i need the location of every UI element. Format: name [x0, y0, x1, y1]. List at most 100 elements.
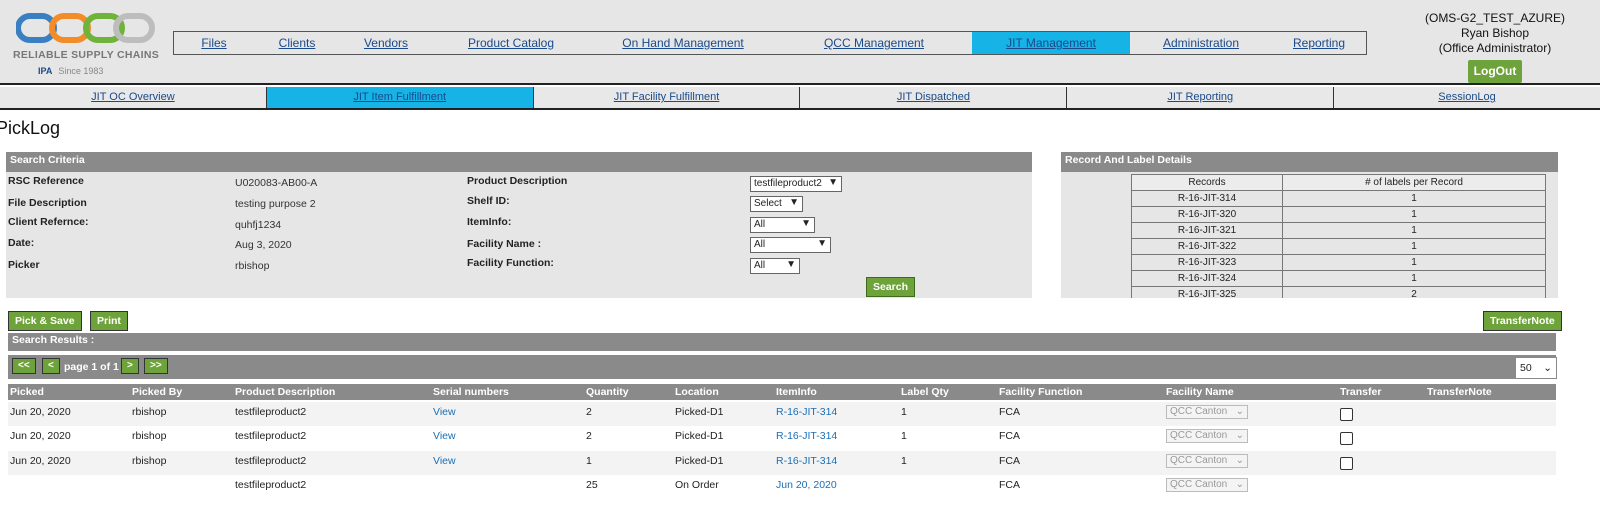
iteminfo-selected: All	[754, 219, 766, 230]
user-role: (Office Administrator)	[1438, 41, 1552, 55]
col-picked-by: Picked By	[132, 386, 183, 398]
col-serial-numbers: Serial numbers	[433, 386, 509, 398]
tab-jit-facility-fulfillment[interactable]: JIT Facility Fulfillment	[534, 87, 801, 108]
pick-save-button[interactable]: Pick & Save	[8, 311, 82, 331]
location-cell: Picked-D1	[675, 455, 724, 467]
results-column-header: Picked Picked By Product Description Ser…	[8, 384, 1556, 400]
file-description-label: File Description	[8, 197, 87, 209]
nav-item-files[interactable]: Files	[174, 32, 254, 54]
nav-item-label: On Hand Management	[622, 36, 744, 50]
facility-name-row-select[interactable]: QCC Canton ⌄	[1166, 429, 1248, 443]
tab-jit-item-fulfillment[interactable]: JIT Item Fulfillment	[266, 87, 534, 108]
nav-item-label: Clients	[278, 36, 316, 50]
facility-name-row-select[interactable]: QCC Canton ⌄	[1166, 478, 1248, 492]
nav-item-label: Administration	[1162, 36, 1240, 50]
picked-by-cell: rbishop	[132, 430, 167, 442]
rsc-reference-value: U020083-AB00-A	[235, 177, 318, 189]
label-count-cell: 1	[1282, 190, 1546, 207]
table-row: Jun 20, 2020 rbishop testfileproduct2 View 2…	[8, 402, 1556, 426]
page-size-select[interactable]: 50 ⌄	[1515, 357, 1557, 379]
location-cell: Picked-D1	[675, 430, 724, 442]
page-title: PickLog	[0, 118, 61, 138]
label-count-cell: 1	[1282, 206, 1546, 223]
print-button[interactable]: Print	[90, 311, 128, 331]
record-row: R-16-JIT-324 1	[1131, 270, 1546, 287]
nav-item-administration[interactable]: Administration	[1130, 32, 1272, 54]
nav-item-on-hand-management[interactable]: On Hand Management	[590, 32, 776, 54]
product-description-select[interactable]: testfileproduct2 ▼	[750, 176, 842, 192]
nav-item-qcc-management[interactable]: QCC Management	[776, 32, 972, 54]
tab-label: JIT Facility Fulfillment	[613, 91, 720, 103]
iteminfo-link[interactable]: R-16-JIT-314	[776, 406, 837, 418]
col-facility-function: Facility Function	[999, 386, 1083, 398]
record-id-cell: R-16-JIT-322	[1131, 238, 1283, 255]
iteminfo-label: ItemInfo:	[467, 216, 512, 228]
transfer-checkbox[interactable]	[1340, 457, 1353, 470]
nav-item-clients[interactable]: Clients	[254, 32, 340, 54]
nav-item-product-catalog[interactable]: Product Catalog	[432, 32, 590, 54]
next-page-button[interactable]: >	[121, 358, 139, 374]
facility-name-row-selected: QCC Canton	[1170, 479, 1228, 490]
tab-jit-oc-overview[interactable]: JIT OC Overview	[0, 87, 267, 108]
facility-function-select[interactable]: All ▼	[750, 258, 800, 274]
records-column-header: Records	[1131, 174, 1283, 191]
location-cell: Picked-D1	[675, 406, 724, 418]
tab-jit-dispatched[interactable]: JIT Dispatched	[800, 87, 1068, 108]
serial-view-link[interactable]: View	[433, 406, 456, 418]
chevron-down-icon: ⌄	[1543, 362, 1552, 374]
header-divider	[0, 83, 1600, 85]
client-reference-value: quhfj1234	[235, 219, 282, 231]
iteminfo-link[interactable]: R-16-JIT-314	[776, 430, 837, 442]
facility-name-select[interactable]: All ▼	[750, 237, 831, 253]
nav-item-reporting[interactable]: Reporting	[1272, 32, 1366, 54]
product-cell: testfileproduct2	[235, 455, 307, 467]
transfer-checkbox[interactable]	[1340, 408, 1353, 421]
facility-name-row-selected: QCC Canton	[1170, 406, 1228, 417]
iteminfo-link[interactable]: Jun 20, 2020	[776, 479, 837, 491]
nav-item-vendors[interactable]: Vendors	[340, 32, 432, 54]
label-count-cell: 1	[1282, 222, 1546, 239]
company-logo[interactable]: RELIABLE SUPPLY CHAINS IPA Since 1983	[6, 6, 166, 78]
page-indicator: page 1 of 1	[64, 361, 119, 373]
chain-rings-logo-icon	[16, 13, 155, 43]
label-qty-cell: 1	[901, 406, 907, 418]
tab-jit-reporting[interactable]: JIT Reporting	[1067, 87, 1335, 108]
search-criteria-header: Search Criteria	[6, 152, 1032, 172]
col-location: Location	[675, 386, 719, 398]
record-id-cell: R-16-JIT-325	[1131, 286, 1283, 298]
brand-name: RELIABLE SUPPLY CHAINS	[12, 49, 160, 61]
main-nav: Files Clients Vendors Product Catalog On Han…	[173, 31, 1367, 55]
record-id-cell: R-16-JIT-314	[1131, 190, 1283, 207]
tab-label: JIT Dispatched	[896, 91, 970, 103]
serial-view-link[interactable]: View	[433, 430, 456, 442]
transfer-checkbox[interactable]	[1340, 432, 1353, 445]
nav-item-label: Product Catalog	[467, 36, 555, 50]
search-button[interactable]: Search	[866, 277, 916, 297]
serial-view-link[interactable]: View	[433, 455, 456, 467]
facility-name-selected: All	[754, 239, 766, 250]
logout-button[interactable]: LogOut	[1467, 60, 1523, 83]
nav-item-label: Reporting	[1292, 36, 1346, 50]
last-page-button[interactable]: >>	[144, 358, 168, 374]
picked-cell: Jun 20, 2020	[10, 455, 71, 467]
facility-name-row-select[interactable]: QCC Canton ⌄	[1166, 405, 1248, 419]
first-page-button[interactable]: <<	[12, 358, 36, 374]
iteminfo-link[interactable]: R-16-JIT-314	[776, 455, 837, 467]
pager-bar: << < page 1 of 1 > >>	[8, 355, 1556, 379]
location-cell: On Order	[675, 479, 719, 491]
facility-name-row-select[interactable]: QCC Canton ⌄	[1166, 454, 1248, 468]
chevron-down-icon: ⌄	[1235, 455, 1244, 466]
shelf-id-select[interactable]: Select ▼	[750, 196, 803, 212]
label-count-cell: 2	[1282, 286, 1546, 298]
record-row: R-16-JIT-314 1	[1131, 190, 1546, 207]
record-id-cell: R-16-JIT-323	[1131, 254, 1283, 271]
nav-item-jit-management[interactable]: JIT Management	[972, 32, 1130, 54]
tab-sessionlog[interactable]: SessionLog	[1334, 87, 1600, 108]
nav-item-label: QCC Management	[823, 36, 925, 50]
col-label-qty: Label Qty	[901, 386, 949, 398]
iteminfo-select[interactable]: All ▼	[750, 217, 815, 233]
record-row: R-16-JIT-323 1	[1131, 254, 1546, 271]
transfer-note-button[interactable]: TransferNote	[1483, 311, 1562, 331]
prev-page-button[interactable]: <	[42, 358, 60, 374]
environment-label: (OMS-G2_TEST_AZURE)	[1424, 11, 1565, 25]
